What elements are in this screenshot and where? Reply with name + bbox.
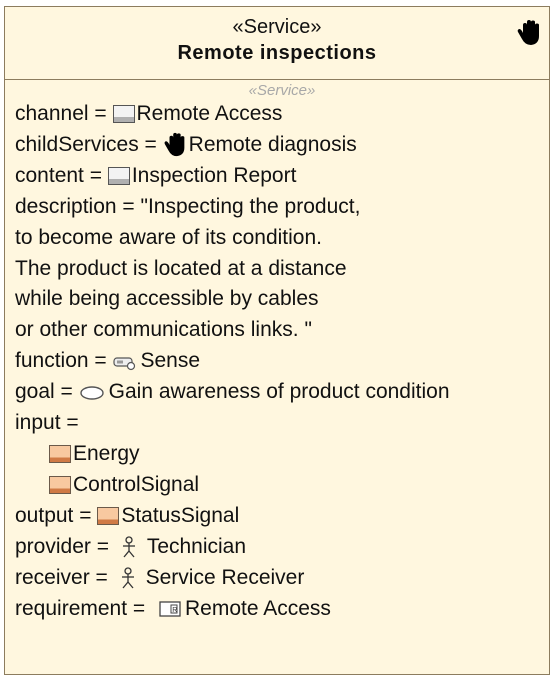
block-stereotype: «Service»	[232, 16, 322, 38]
svg-text:R: R	[172, 607, 177, 614]
flow-block-icon	[97, 507, 120, 526]
description-line: The product is located at a distance	[15, 256, 347, 280]
flow-block-icon	[49, 445, 71, 464]
input-label: input =	[15, 411, 79, 435]
receiver-label: receiver =	[15, 565, 114, 589]
provider-label: provider =	[15, 534, 115, 558]
block-name[interactable]: Remote inspections	[5, 39, 549, 67]
goal-icon	[79, 385, 104, 400]
requirement-value: Remote Access	[185, 596, 331, 620]
requirement-label: requirement =	[15, 596, 151, 620]
description-line: while being accessible by cables	[15, 287, 319, 311]
function-label: function =	[15, 349, 113, 373]
input-item-value: ControlSignal	[73, 472, 200, 496]
block-icon	[112, 105, 135, 124]
hand-icon	[517, 20, 539, 45]
input-item[interactable]: Energy	[15, 439, 549, 470]
actor-icon	[121, 567, 134, 589]
channel-row[interactable]: channel = Remote Access	[15, 99, 549, 130]
description-line: to become aware of its condition.	[15, 225, 323, 249]
receiver-value: Service Receiver	[145, 565, 305, 589]
provider-value: Technician	[146, 534, 247, 558]
description-line: or other communications links. "	[15, 318, 312, 342]
function-value: Sense	[140, 349, 201, 373]
block-header: «Service» Remote inspections	[5, 7, 549, 80]
channel-value: Remote Access	[136, 102, 283, 125]
content-label: content =	[15, 163, 108, 187]
goal-row[interactable]: goal = Gain awareness of product conditi…	[15, 377, 549, 408]
child-services-label: childServices =	[15, 132, 163, 156]
goal-value: Gain awareness of product condition	[108, 380, 450, 404]
service-block[interactable]: «Service» Remote inspections «Service» c…	[4, 6, 550, 675]
input-item[interactable]: ControlSignal	[15, 470, 549, 501]
child-services-value: Remote diagnosis	[188, 132, 357, 156]
requirement-icon: R	[159, 601, 181, 617]
block-icon	[107, 167, 130, 186]
output-row[interactable]: output = StatusSignal	[15, 501, 549, 532]
child-services-row[interactable]: childServices = Remote diagnosis	[15, 130, 549, 161]
content-row[interactable]: content = Inspection Report	[15, 161, 549, 192]
output-label: output =	[15, 503, 98, 527]
actor-icon	[122, 536, 135, 558]
flow-block-icon	[49, 476, 71, 495]
hand-icon	[164, 133, 185, 157]
function-icon	[113, 357, 136, 370]
description-line: description = "Inspecting the product,	[15, 194, 361, 218]
content-value: Inspection Report	[131, 163, 297, 187]
provider-row[interactable]: provider = Technician	[15, 532, 549, 563]
input-item-value: Energy	[73, 441, 140, 465]
compartment-stereotype: «Service»	[248, 82, 316, 99]
output-value: StatusSignal	[121, 503, 240, 527]
function-row[interactable]: function = Sense	[15, 346, 549, 377]
input-row[interactable]: input =	[15, 408, 549, 439]
requirement-row[interactable]: requirement = R Remote Access	[15, 594, 549, 625]
receiver-row[interactable]: receiver = Service Receiver	[15, 563, 549, 594]
goal-label: goal =	[15, 380, 79, 404]
channel-label: channel =	[15, 102, 113, 125]
tagged-values-compartment: «Service» channel = Remote Access childS…	[5, 83, 549, 624]
